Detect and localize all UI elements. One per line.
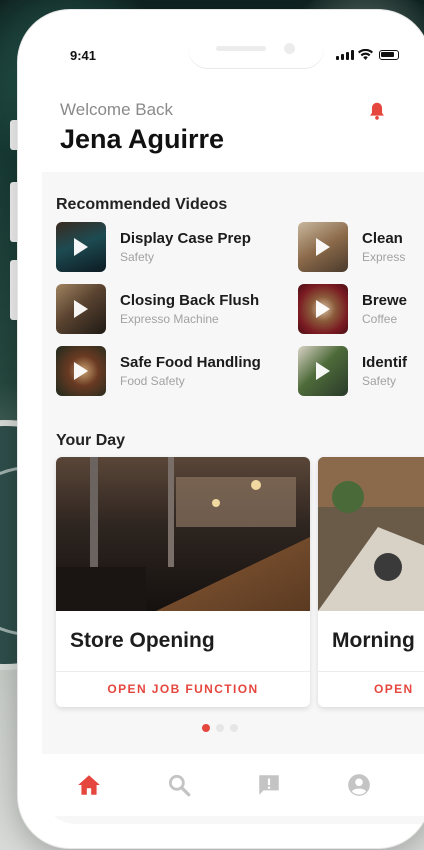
welcome-text: Welcome Back bbox=[60, 100, 174, 119]
video-title: Display Case Prep bbox=[120, 230, 251, 247]
video-item-display-case-prep[interactable]: Display Case Prep Safety bbox=[56, 222, 251, 272]
day-card-morning[interactable]: Morning OPEN bbox=[318, 457, 424, 707]
phone-frame: 9:41 Welcome Back Jena Aguirre Recommend… bbox=[18, 10, 424, 848]
card-photo bbox=[56, 457, 310, 611]
pagination-dot[interactable] bbox=[216, 724, 224, 732]
notification-bell-icon[interactable] bbox=[366, 100, 388, 122]
video-thumbnail bbox=[298, 346, 348, 396]
profile-icon[interactable] bbox=[346, 772, 372, 798]
pagination-dot-active[interactable] bbox=[202, 724, 210, 732]
pagination-dot[interactable] bbox=[230, 724, 238, 732]
video-item-brewe[interactable]: Brewe Coffee bbox=[298, 284, 407, 334]
video-thumbnail bbox=[56, 284, 106, 334]
bottom-navigation bbox=[42, 754, 424, 816]
video-title: Clean bbox=[362, 230, 403, 247]
your-day-title: Your Day bbox=[56, 432, 126, 449]
recommended-videos-title: Recommended Videos bbox=[56, 196, 228, 213]
device-notch bbox=[188, 34, 324, 68]
card-photo bbox=[318, 457, 424, 611]
video-item-closing-back-flush[interactable]: Closing Back Flush Expresso Machine bbox=[56, 284, 259, 334]
video-thumbnail bbox=[298, 222, 348, 272]
card-title: Morning bbox=[332, 629, 415, 652]
video-category: Food Safety bbox=[120, 374, 185, 388]
video-item-identif[interactable]: Identif Safety bbox=[298, 346, 407, 396]
play-icon bbox=[74, 362, 88, 380]
video-category: Expresso Machine bbox=[120, 312, 219, 326]
video-item-safe-food-handling[interactable]: Safe Food Handling Food Safety bbox=[56, 346, 261, 396]
carousel-pagination bbox=[202, 724, 238, 732]
play-icon bbox=[316, 300, 330, 318]
day-card-store-opening[interactable]: Store Opening OPEN JOB FUNCTION bbox=[56, 457, 310, 707]
video-category: Coffee bbox=[362, 312, 398, 326]
play-icon bbox=[74, 238, 88, 256]
video-category: Express bbox=[362, 250, 406, 264]
feedback-icon[interactable] bbox=[256, 772, 282, 798]
video-thumbnail bbox=[56, 222, 106, 272]
video-item-clean[interactable]: Clean Express bbox=[298, 222, 405, 272]
play-icon bbox=[316, 238, 330, 256]
video-category: Safety bbox=[362, 374, 397, 388]
search-icon[interactable] bbox=[166, 772, 192, 798]
video-thumbnail bbox=[56, 346, 106, 396]
app-header: Welcome Back Jena Aguirre bbox=[42, 76, 424, 172]
card-title: Store Opening bbox=[70, 629, 215, 652]
video-title: Identif bbox=[362, 354, 407, 371]
video-category: Safety bbox=[120, 250, 155, 264]
wifi-icon bbox=[358, 49, 373, 60]
signal-icon bbox=[336, 50, 354, 60]
open-job-function-button[interactable]: OPEN JOB FUNCTION bbox=[56, 671, 310, 707]
play-icon bbox=[316, 362, 330, 380]
user-name: Jena Aguirre bbox=[60, 124, 225, 154]
battery-icon bbox=[379, 50, 399, 60]
play-icon bbox=[74, 300, 88, 318]
home-icon[interactable] bbox=[76, 772, 102, 798]
video-title: Closing Back Flush bbox=[120, 292, 260, 309]
status-time: 9:41 bbox=[70, 48, 97, 63]
video-title: Safe Food Handling bbox=[120, 354, 261, 371]
status-icons bbox=[336, 49, 399, 60]
open-button[interactable]: OPEN bbox=[318, 671, 424, 707]
app-screen: 9:41 Welcome Back Jena Aguirre Recommend… bbox=[42, 34, 424, 824]
video-title: Brewe bbox=[362, 292, 408, 309]
video-thumbnail bbox=[298, 284, 348, 334]
